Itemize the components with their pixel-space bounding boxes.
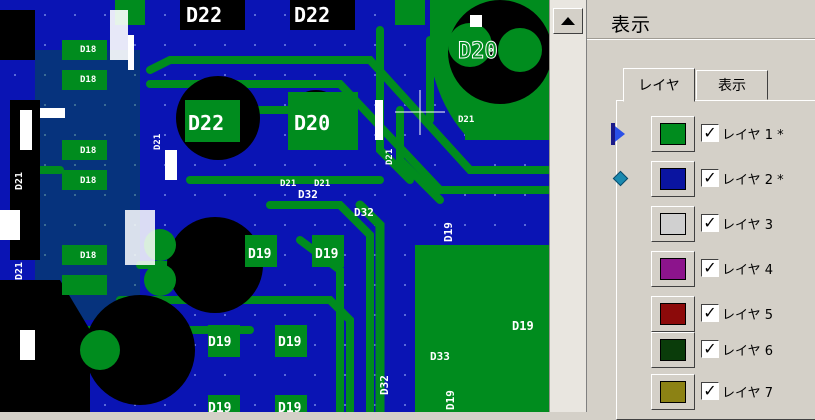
label-d32-a: D32: [298, 188, 318, 201]
tab-display-label: 表示: [718, 78, 746, 94]
layer-color-swatch: [660, 213, 686, 235]
layer-name: レイヤ 2 *: [722, 173, 784, 188]
label-d18-b: D18: [80, 75, 96, 85]
layer-row: ✓ レイヤ 5: [587, 294, 815, 334]
label-d21-v4: D21: [385, 149, 395, 165]
label-d21-a: D21: [458, 115, 474, 125]
active-layer-indicator-icon: [611, 123, 625, 145]
panel-title: 表示: [611, 14, 652, 36]
label-d21-c: D21: [280, 179, 296, 189]
layer-name: レイヤ 7: [722, 386, 774, 401]
label-d21-v1: D21: [14, 172, 25, 190]
label-d21-v2: D21: [14, 262, 25, 280]
layer-color-swatch: [660, 123, 686, 145]
label-d18-c: D18: [80, 146, 96, 156]
label-d19-v2: D19: [444, 390, 457, 410]
pcb-canvas[interactable]: D22 D22 D22 D20 D20 D19 D19 D19 D19 D19 …: [0, 0, 553, 417]
layer-color-button[interactable]: [651, 374, 695, 410]
label-d32-v: D32: [378, 375, 391, 395]
tab-layer-label: レイヤ: [638, 78, 680, 94]
scroll-up-arrow-icon: [561, 17, 575, 25]
tab-layer[interactable]: レイヤ: [623, 68, 695, 102]
label-d22: D22: [188, 111, 224, 135]
layer-name: レイヤ 5: [722, 308, 774, 323]
label-d18-a: D18: [80, 45, 96, 55]
layer-visible-checkbox[interactable]: ✓: [701, 214, 719, 232]
layer-visible-checkbox[interactable]: ✓: [701, 382, 719, 400]
layer-color-swatch: [660, 303, 686, 325]
label-d19-v1: D19: [442, 222, 455, 242]
label-d19-g: D19: [278, 401, 301, 412]
label-d18-d: D18: [80, 176, 96, 186]
layer-color-button[interactable]: [651, 332, 695, 368]
layer-visible-checkbox[interactable]: ✓: [701, 304, 719, 322]
layer-color-button[interactable]: [651, 251, 695, 287]
title-separator: [587, 38, 815, 40]
layer-color-swatch: [660, 339, 686, 361]
tab-display[interactable]: 表示: [696, 70, 768, 100]
layer-name: レイヤ 1 *: [722, 128, 784, 143]
label-d32-b: D32: [354, 206, 374, 219]
display-panel: 表示 レイヤ 表示 ✓ レイヤ 1 * ✓ レイヤ 2 * ✓ レイヤ 3 ✓ …: [586, 0, 815, 420]
layer-color-button[interactable]: [651, 296, 695, 332]
label-d20-right: D20: [458, 39, 498, 64]
pcb-artwork: D22 D22 D22 D20 D20 D19 D19 D19 D19 D19 …: [0, 0, 553, 417]
layer-visible-checkbox[interactable]: ✓: [701, 169, 719, 187]
layer-name: レイヤ 4: [722, 263, 774, 278]
label-d19-d: D19: [278, 335, 301, 350]
secondary-layer-indicator-icon: [612, 170, 629, 187]
layer-name: レイヤ 6: [722, 344, 774, 359]
layer-color-button[interactable]: [651, 161, 695, 197]
layer-color-swatch: [660, 168, 686, 190]
layer-color-swatch: [660, 258, 686, 280]
layer-row: ✓ レイヤ 3: [587, 204, 815, 244]
layer-row: ✓ レイヤ 4: [587, 249, 815, 289]
label-d19-c: D19: [208, 335, 231, 350]
label-d21-v3: D21: [153, 134, 163, 150]
label-d33: D33: [430, 350, 450, 363]
label-d19-b: D19: [315, 247, 338, 262]
layer-visible-checkbox[interactable]: ✓: [701, 340, 719, 358]
layer-row: ✓ レイヤ 2 *: [587, 159, 815, 199]
label-d19-f: D19: [208, 401, 231, 412]
label-d18-e: D18: [80, 251, 96, 261]
layer-color-button[interactable]: [651, 206, 695, 242]
layer-row: ✓ レイヤ 7: [587, 372, 815, 412]
label-d20: D20: [294, 111, 330, 135]
scroll-up-button[interactable]: [553, 8, 583, 34]
layer-color-swatch: [660, 381, 686, 403]
vertical-scrollbar[interactable]: [549, 0, 586, 412]
layer-name: レイヤ 3: [722, 218, 774, 233]
layer-color-button[interactable]: [651, 116, 695, 152]
layer-row: ✓ レイヤ 6: [587, 330, 815, 370]
layer-visible-checkbox[interactable]: ✓: [701, 259, 719, 277]
label-d19-e: D19: [512, 319, 534, 333]
label-d19-a: D19: [248, 247, 271, 262]
label-d22-top2: D22: [294, 3, 330, 27]
layer-row: ✓ レイヤ 1 *: [587, 114, 815, 154]
label-d22-top: D22: [186, 3, 222, 27]
layer-visible-checkbox[interactable]: ✓: [701, 124, 719, 142]
